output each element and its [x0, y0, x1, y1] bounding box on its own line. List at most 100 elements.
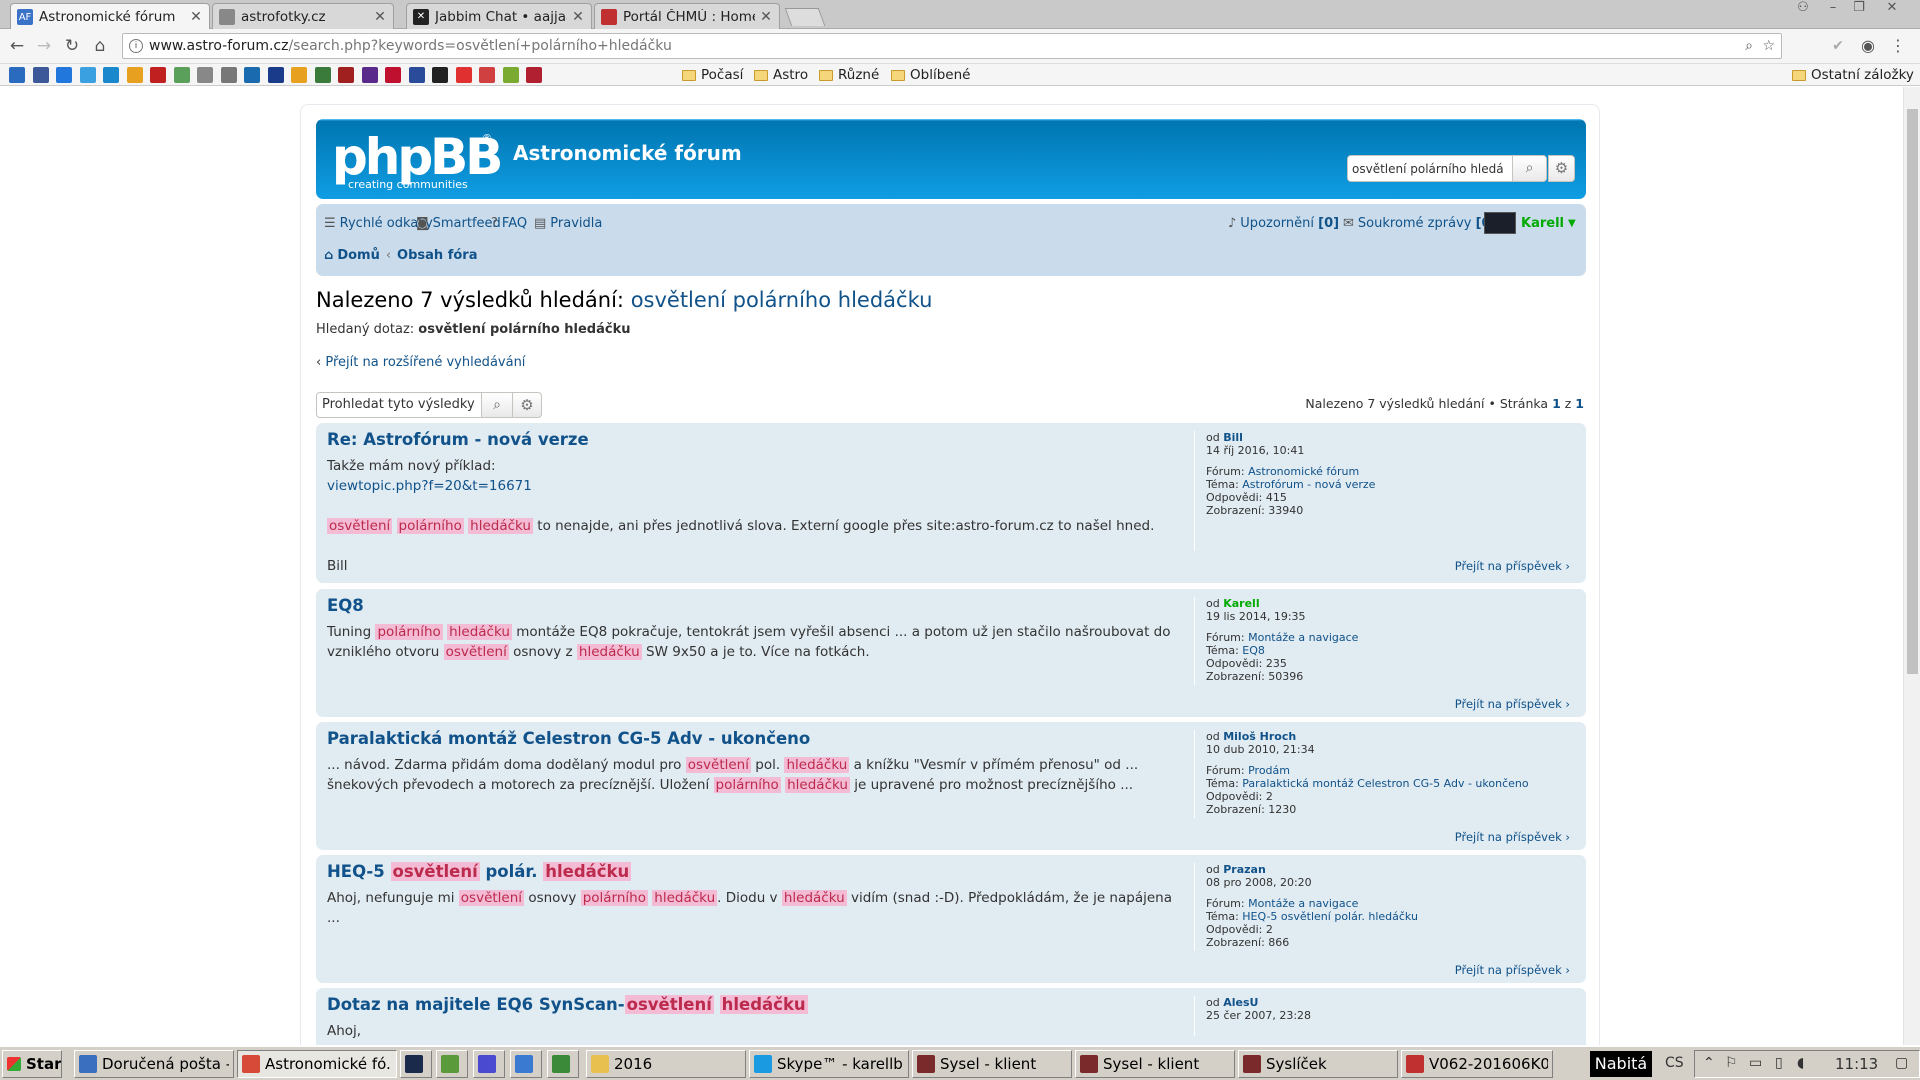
bookmark-favicon-icon[interactable] [126, 67, 143, 83]
bookmark-favicon-icon[interactable] [79, 67, 96, 83]
bookmark-folder[interactable]: Astro [754, 66, 808, 84]
author-link[interactable]: Bill [1223, 431, 1243, 444]
site-info-icon[interactable]: i [129, 39, 143, 53]
notification-icon[interactable]: ▢ [1895, 1055, 1908, 1071]
clock[interactable]: 11:13 [1835, 1055, 1878, 1073]
bookmark-favicon-icon[interactable] [432, 67, 448, 83]
close-tab-icon[interactable]: ✕ [759, 9, 773, 25]
bookmark-favicon-icon[interactable] [9, 67, 25, 83]
author-link[interactable]: Prazan [1223, 863, 1266, 876]
smartfeed-link[interactable]: ◙ Smartfeed [416, 216, 501, 231]
advanced-search-link[interactable]: ‹ Přejít na rozšířené vyhledávání [316, 355, 525, 370]
scrollbar-thumb[interactable] [1907, 109, 1918, 674]
flag-icon[interactable]: ⚐ [1725, 1055, 1738, 1071]
taskbar-button[interactable] [473, 1050, 505, 1078]
forward-icon[interactable]: → [32, 34, 56, 58]
taskbar-button[interactable]: V062-201606K02-... [1401, 1050, 1553, 1078]
bookmark-folder[interactable]: Různé [819, 66, 879, 84]
taskbar-button[interactable] [400, 1050, 432, 1078]
post-link[interactable]: viewtopic.php?f=20&t=16671 [327, 478, 532, 494]
bookmark-favicon-icon[interactable] [244, 67, 260, 83]
start-button[interactable]: Start [2, 1050, 62, 1078]
bookmark-folder[interactable]: Počasí [682, 66, 743, 84]
taskbar-button[interactable] [510, 1050, 542, 1078]
bookmark-favicon-icon[interactable] [526, 67, 542, 83]
search-icon[interactable]: ⌕ [1512, 156, 1546, 181]
network-icon[interactable]: ▭ [1749, 1055, 1762, 1071]
close-window-button[interactable]: ✕ [1872, 0, 1912, 18]
bookmark-star-icon[interactable]: ☆ [1762, 34, 1775, 58]
other-bookmarks-folder[interactable]: Ostatní záložky [1792, 66, 1914, 84]
jump-to-post-link[interactable]: Přejít na příspěvek › [1455, 963, 1570, 977]
profile-icon[interactable]: ⚇ [1790, 0, 1816, 18]
tray-arrow-icon[interactable]: ⌃ [1703, 1055, 1715, 1071]
bookmark-favicon-icon[interactable] [150, 67, 166, 83]
rules-link[interactable]: ▤ Pravidla [534, 216, 602, 231]
post-title-link[interactable]: Dotaz na majitele EQ6 SynScan-osvětlení … [327, 995, 808, 1014]
zoom-icon[interactable]: ⌕ [1745, 34, 1753, 58]
breadcrumb-index[interactable]: Obsah fóra [397, 248, 477, 263]
minimize-button[interactable]: – [1820, 0, 1846, 18]
browser-tab[interactable]: AF Astronomické fórum ✕ [10, 3, 210, 30]
author-link[interactable]: Miloš Hroch [1223, 730, 1296, 743]
taskbar-button[interactable] [436, 1050, 468, 1078]
bookmark-favicon-icon[interactable] [314, 67, 331, 83]
results-search-input[interactable]: Prohledat tyto výsledky [316, 392, 482, 418]
post-title-link[interactable]: EQ8 [327, 596, 364, 615]
forum-link[interactable]: Prodám [1248, 764, 1290, 777]
phpbb-logo[interactable]: phpBB ® creating communities [332, 131, 503, 191]
forum-link[interactable]: Astronomické fórum [1248, 465, 1359, 478]
taskbar-button[interactable]: Skype™ - karellb [749, 1050, 909, 1078]
browser-tab[interactable]: astrofotky.cz ✕ [212, 3, 394, 29]
forum-link[interactable]: Montáže a navigace [1248, 631, 1358, 644]
search-icon[interactable]: ⌕ [481, 392, 513, 418]
author-link[interactable]: Karell [1223, 597, 1259, 610]
browser-tab[interactable]: ✕ Jabbim Chat • aajjaa ✕ [406, 3, 592, 29]
private-messages-link[interactable]: ✉Soukromé zprávy [0] [1343, 216, 1497, 231]
bookmark-favicon-icon[interactable] [502, 67, 519, 83]
home-icon[interactable]: ⌂ [88, 34, 112, 58]
bookmark-folder[interactable]: Oblíbené [891, 66, 970, 84]
faq-link[interactable]: ? FAQ [491, 216, 527, 231]
advanced-search-gear-icon[interactable]: ⚙ [512, 392, 542, 418]
page-scrollbar[interactable] [1903, 87, 1920, 1045]
post-title-link[interactable]: Paralaktická montáž Celestron CG-5 Adv -… [327, 729, 810, 748]
jump-to-post-link[interactable]: Přejít na příspěvek › [1455, 559, 1570, 573]
author-link[interactable]: AlesU [1223, 996, 1258, 1009]
bookmark-favicon-icon[interactable] [197, 67, 213, 83]
topic-link[interactable]: EQ8 [1242, 644, 1265, 657]
jump-to-post-link[interactable]: Přejít na příspěvek › [1455, 830, 1570, 844]
advanced-search-gear-icon[interactable]: ⚙ [1548, 155, 1575, 182]
bookmark-favicon-icon[interactable] [103, 67, 119, 83]
bookmark-favicon-icon[interactable] [291, 67, 307, 83]
taskbar-button[interactable]: 2016 [586, 1050, 746, 1078]
taskbar-button[interactable] [547, 1050, 579, 1078]
breadcrumb-home[interactable]: Domů [337, 248, 380, 263]
reload-icon[interactable]: ↻ [60, 34, 84, 58]
bookmark-favicon-icon[interactable] [479, 67, 495, 83]
new-tab-button[interactable] [784, 8, 826, 26]
bookmark-favicon-icon[interactable] [455, 67, 472, 83]
forum-link[interactable]: Montáže a navigace [1248, 897, 1358, 910]
post-title-link[interactable]: Re: Astrofórum - nová verze [327, 430, 589, 449]
notifications-link[interactable]: ♪ Upozornění [0] [1228, 216, 1339, 231]
battery-icon[interactable]: ▯ [1775, 1055, 1783, 1071]
header-search-input[interactable] [1348, 156, 1512, 181]
volume-icon[interactable]: ◖ [1797, 1055, 1804, 1071]
post-title-link[interactable]: HEQ-5 osvětlení polár. hledáčku [327, 862, 632, 881]
bookmark-favicon-icon[interactable] [220, 67, 237, 83]
menu-icon[interactable]: ⋮ [1886, 34, 1910, 58]
close-tab-icon[interactable]: ✕ [571, 9, 585, 25]
url-input[interactable]: i www.astro-forum.cz/search.php?keywords=… [122, 33, 1782, 59]
bookmark-favicon-icon[interactable] [361, 67, 378, 83]
taskbar-button[interactable]: Astronomické fó... [237, 1050, 397, 1078]
browser-tab[interactable]: Portál ČHMÚ : Home ✕ [594, 3, 780, 29]
user-menu[interactable]: Karell ▼ [1484, 212, 1576, 234]
bookmark-favicon-icon[interactable] [173, 67, 190, 83]
close-tab-icon[interactable]: ✕ [189, 9, 203, 25]
title-query-link[interactable]: osvětlení polárního hledáčku [631, 288, 933, 312]
topic-link[interactable]: Astrofórum - nová verze [1242, 478, 1375, 491]
close-tab-icon[interactable]: ✕ [373, 9, 387, 25]
taskbar-button[interactable]: Sysel - klient [912, 1050, 1072, 1078]
extension-gear-icon[interactable]: ◉ [1856, 34, 1880, 58]
